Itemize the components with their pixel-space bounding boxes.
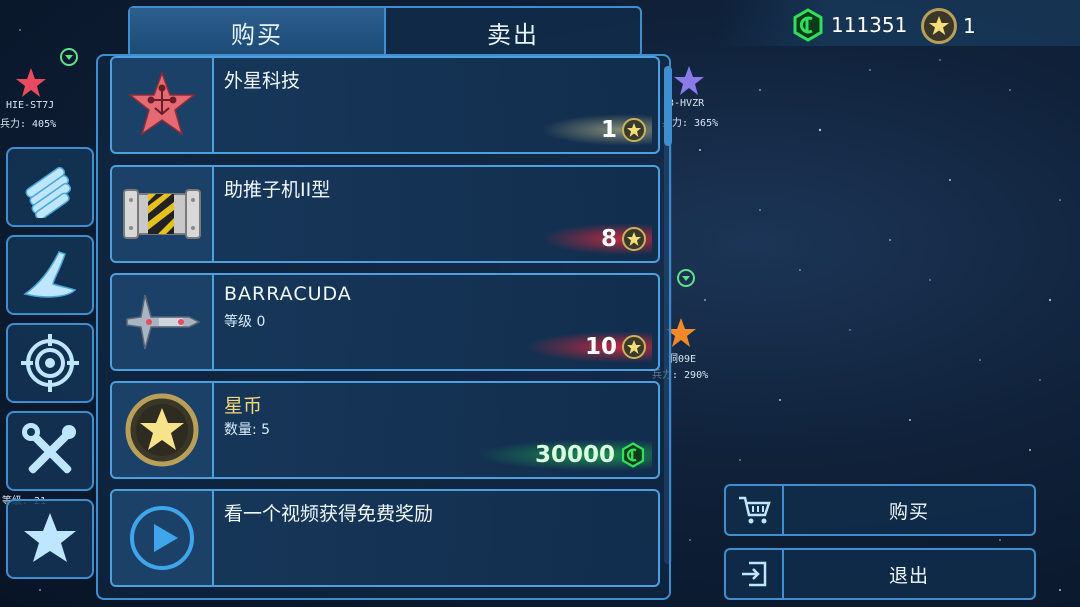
- cart-icon: [739, 496, 771, 524]
- play-video-icon: [130, 506, 194, 570]
- item-title: 外星科技: [224, 70, 301, 92]
- ship-hull-icon: [23, 251, 77, 298]
- buy-button-label: 购买: [888, 500, 929, 523]
- booster-module-icon: [123, 189, 201, 239]
- scrollbar-thumb[interactable]: [664, 66, 672, 146]
- map-label-power: 兵力: 405%: [0, 119, 57, 130]
- star-currency-icon: [921, 8, 957, 44]
- credits-value: 111351: [831, 13, 908, 37]
- item-level: 等级 0: [224, 314, 266, 330]
- map-label-name: 3-HVZR: [668, 98, 705, 109]
- map-label-name: HIE-ST7J: [6, 100, 55, 111]
- alien-tech-star-icon: [127, 70, 197, 136]
- shop-tabs: 购买 卖出: [128, 6, 642, 58]
- credits-counter: 111351: [791, 8, 907, 42]
- sidebar-item-targeting[interactable]: [6, 323, 94, 403]
- item-price: 30000: [474, 439, 652, 471]
- item-icon-frame: [112, 275, 214, 369]
- star-coin-icon: [125, 393, 199, 467]
- item-price: 1: [540, 114, 652, 146]
- item-title: 助推子机II型: [224, 179, 331, 201]
- shop-item-barracuda[interactable]: BARRACUDA 等级 0 10: [110, 273, 660, 371]
- resource-bar: 111351 1: [715, 0, 1080, 46]
- price-value: 10: [584, 334, 617, 360]
- sidebar-item-missiles[interactable]: [6, 147, 94, 227]
- map-star-marker-red-icon[interactable]: [14, 66, 48, 100]
- credits-icon: [621, 442, 645, 468]
- tab-buy[interactable]: 购买: [130, 8, 384, 56]
- shop-item-alien-tech[interactable]: 外星科技 1: [110, 56, 660, 154]
- tools-icon: [22, 423, 76, 474]
- map-planet-icon[interactable]: [676, 268, 696, 288]
- item-price: 10: [524, 331, 652, 363]
- tab-sell[interactable]: 卖出: [384, 8, 640, 56]
- map-star-marker-purple-icon[interactable]: [672, 64, 706, 98]
- shop-item-booster[interactable]: 助推子机II型 8: [110, 165, 660, 263]
- item-icon-frame: [112, 58, 214, 152]
- sidebar-item-special[interactable]: [6, 499, 94, 579]
- star-currency-icon: [622, 227, 646, 251]
- map-planet-icon[interactable]: [60, 48, 78, 66]
- shop-list-scrollbar[interactable]: [664, 66, 672, 564]
- star-counter: 1: [921, 8, 976, 44]
- price-value: 1: [600, 117, 617, 143]
- item-icon-frame: [112, 491, 214, 585]
- barracuda-ship-icon: [126, 294, 201, 350]
- shop-item-star-coins[interactable]: 星币 数量: 5 30000: [110, 381, 660, 479]
- buy-button[interactable]: 购买: [724, 484, 1036, 536]
- exit-button-label: 退出: [888, 564, 929, 587]
- sidebar-item-hull[interactable]: [6, 235, 94, 315]
- price-value: 30000: [534, 442, 615, 468]
- item-icon-frame: [112, 167, 214, 261]
- missiles-icon: [25, 166, 72, 218]
- item-title: 看一个视频获得免费奖励: [224, 503, 434, 525]
- star-currency-icon: [622, 335, 646, 359]
- exit-icon: [742, 561, 767, 587]
- price-value: 8: [600, 226, 617, 252]
- item-title: 星币: [224, 395, 263, 417]
- item-icon-frame: [112, 383, 214, 477]
- exit-button[interactable]: 退出: [724, 548, 1036, 600]
- star-value: 1: [963, 14, 976, 38]
- sidebar-item-tools[interactable]: [6, 411, 94, 491]
- map-label-name: 洞09E: [668, 354, 697, 365]
- item-price: 8: [540, 223, 652, 255]
- item-quantity: 数量: 5: [224, 422, 271, 438]
- shop-item-watch-video[interactable]: 看一个视频获得免费奖励: [110, 489, 660, 587]
- cart-icon-frame: [726, 486, 784, 534]
- star-icon: [24, 513, 76, 562]
- star-currency-icon: [622, 118, 646, 142]
- exit-icon-frame: [726, 550, 784, 598]
- credits-icon: [793, 8, 823, 42]
- target-icon: [21, 334, 79, 392]
- item-title: BARRACUDA: [224, 283, 352, 305]
